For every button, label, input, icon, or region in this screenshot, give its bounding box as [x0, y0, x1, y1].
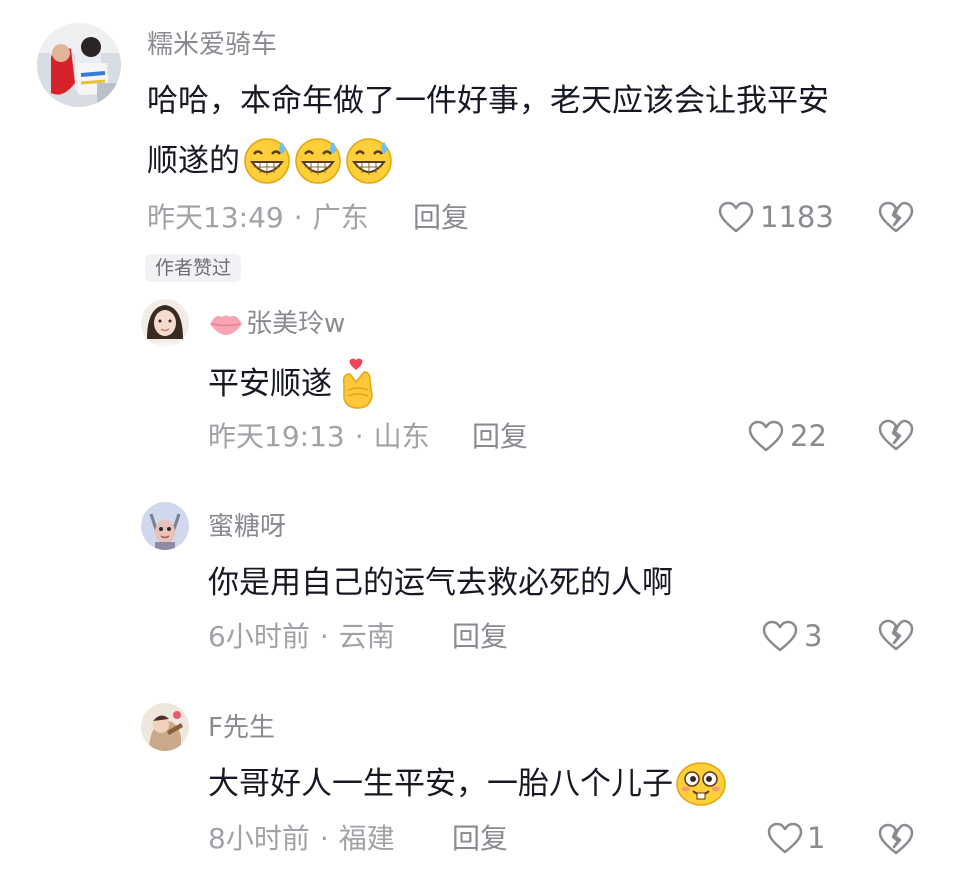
- location: 山东: [373, 420, 430, 453]
- reply-button[interactable]: 回复: [413, 199, 469, 237]
- comment-text: 大哥好人一生平安，一胎八个儿子: [208, 766, 673, 802]
- author-liked-badge: 作者赞过: [145, 254, 242, 282]
- comment-text-line-2: 顺遂的: [147, 136, 394, 186]
- separator: ·: [319, 822, 329, 855]
- like-count: 1183: [760, 200, 834, 234]
- comment-text: 顺遂的: [147, 143, 240, 179]
- avatar[interactable]: [141, 703, 189, 751]
- like-count: 22: [790, 419, 827, 453]
- broken-heart-icon: [878, 823, 914, 855]
- separator: ·: [319, 620, 329, 653]
- comment-text: 你是用自己的运气去救必死的人啊: [208, 565, 673, 601]
- username[interactable]: 张美玲w: [246, 306, 345, 342]
- like-button[interactable]: 22: [748, 416, 827, 456]
- comment-meta: 昨天13:49 · 广东: [147, 199, 369, 237]
- heart-icon: [767, 822, 803, 854]
- username[interactable]: 糯米爱骑车: [147, 27, 277, 63]
- timestamp: 昨天13:49: [147, 201, 284, 234]
- comment-meta: 8小时前 · 福建: [208, 820, 395, 858]
- comment-meta: 6小时前 · 云南: [208, 618, 395, 656]
- comment-text-row: 大哥好人一生平安，一胎八个儿子: [208, 760, 727, 808]
- username[interactable]: F先生: [208, 710, 275, 746]
- location: 广东: [312, 201, 369, 234]
- finger-heart-emoji: [342, 358, 373, 409]
- reply-button[interactable]: 回复: [452, 618, 508, 656]
- like-count: 3: [804, 619, 823, 653]
- broken-heart-icon: [878, 419, 914, 451]
- heart-icon: [762, 620, 798, 652]
- heart-icon: [718, 201, 754, 233]
- like-button[interactable]: 3: [762, 616, 822, 656]
- comment-text: 平安顺遂: [208, 366, 332, 402]
- separator: ·: [293, 201, 303, 234]
- dislike-button[interactable]: [878, 200, 914, 238]
- comment-meta: 昨天19:13 · 山东: [208, 418, 430, 456]
- avatar[interactable]: [37, 23, 121, 107]
- like-count: 1: [807, 821, 826, 855]
- reply-button[interactable]: 回复: [472, 418, 528, 456]
- timestamp: 昨天19:13: [208, 420, 345, 453]
- dislike-button[interactable]: [878, 418, 914, 456]
- separator: ·: [354, 420, 364, 453]
- comment-text-row: 平安顺遂: [208, 358, 380, 410]
- goofy-face-emoji: [676, 762, 726, 806]
- comment-text-line-1: 哈哈，本命年做了一件好事，老天应该会让我平安: [147, 83, 829, 119]
- lips-icon: [210, 315, 242, 335]
- location: 云南: [338, 620, 395, 653]
- timestamp: 8小时前: [208, 822, 310, 855]
- broken-heart-icon: [878, 619, 914, 651]
- avatar[interactable]: [141, 502, 189, 550]
- username[interactable]: 蜜糖呀: [208, 509, 286, 545]
- heart-icon: [748, 420, 784, 452]
- dislike-button[interactable]: [878, 822, 914, 860]
- like-button[interactable]: 1183: [718, 197, 834, 237]
- broken-heart-icon: [878, 201, 914, 233]
- username-row: 张美玲w: [208, 306, 345, 342]
- like-button[interactable]: 1: [767, 818, 825, 858]
- timestamp: 6小时前: [208, 620, 310, 653]
- dislike-button[interactable]: [878, 618, 914, 656]
- reply-button[interactable]: 回复: [452, 820, 508, 858]
- grinning-sweat-emoji: [242, 136, 394, 186]
- avatar[interactable]: [141, 299, 189, 347]
- location: 福建: [338, 822, 395, 855]
